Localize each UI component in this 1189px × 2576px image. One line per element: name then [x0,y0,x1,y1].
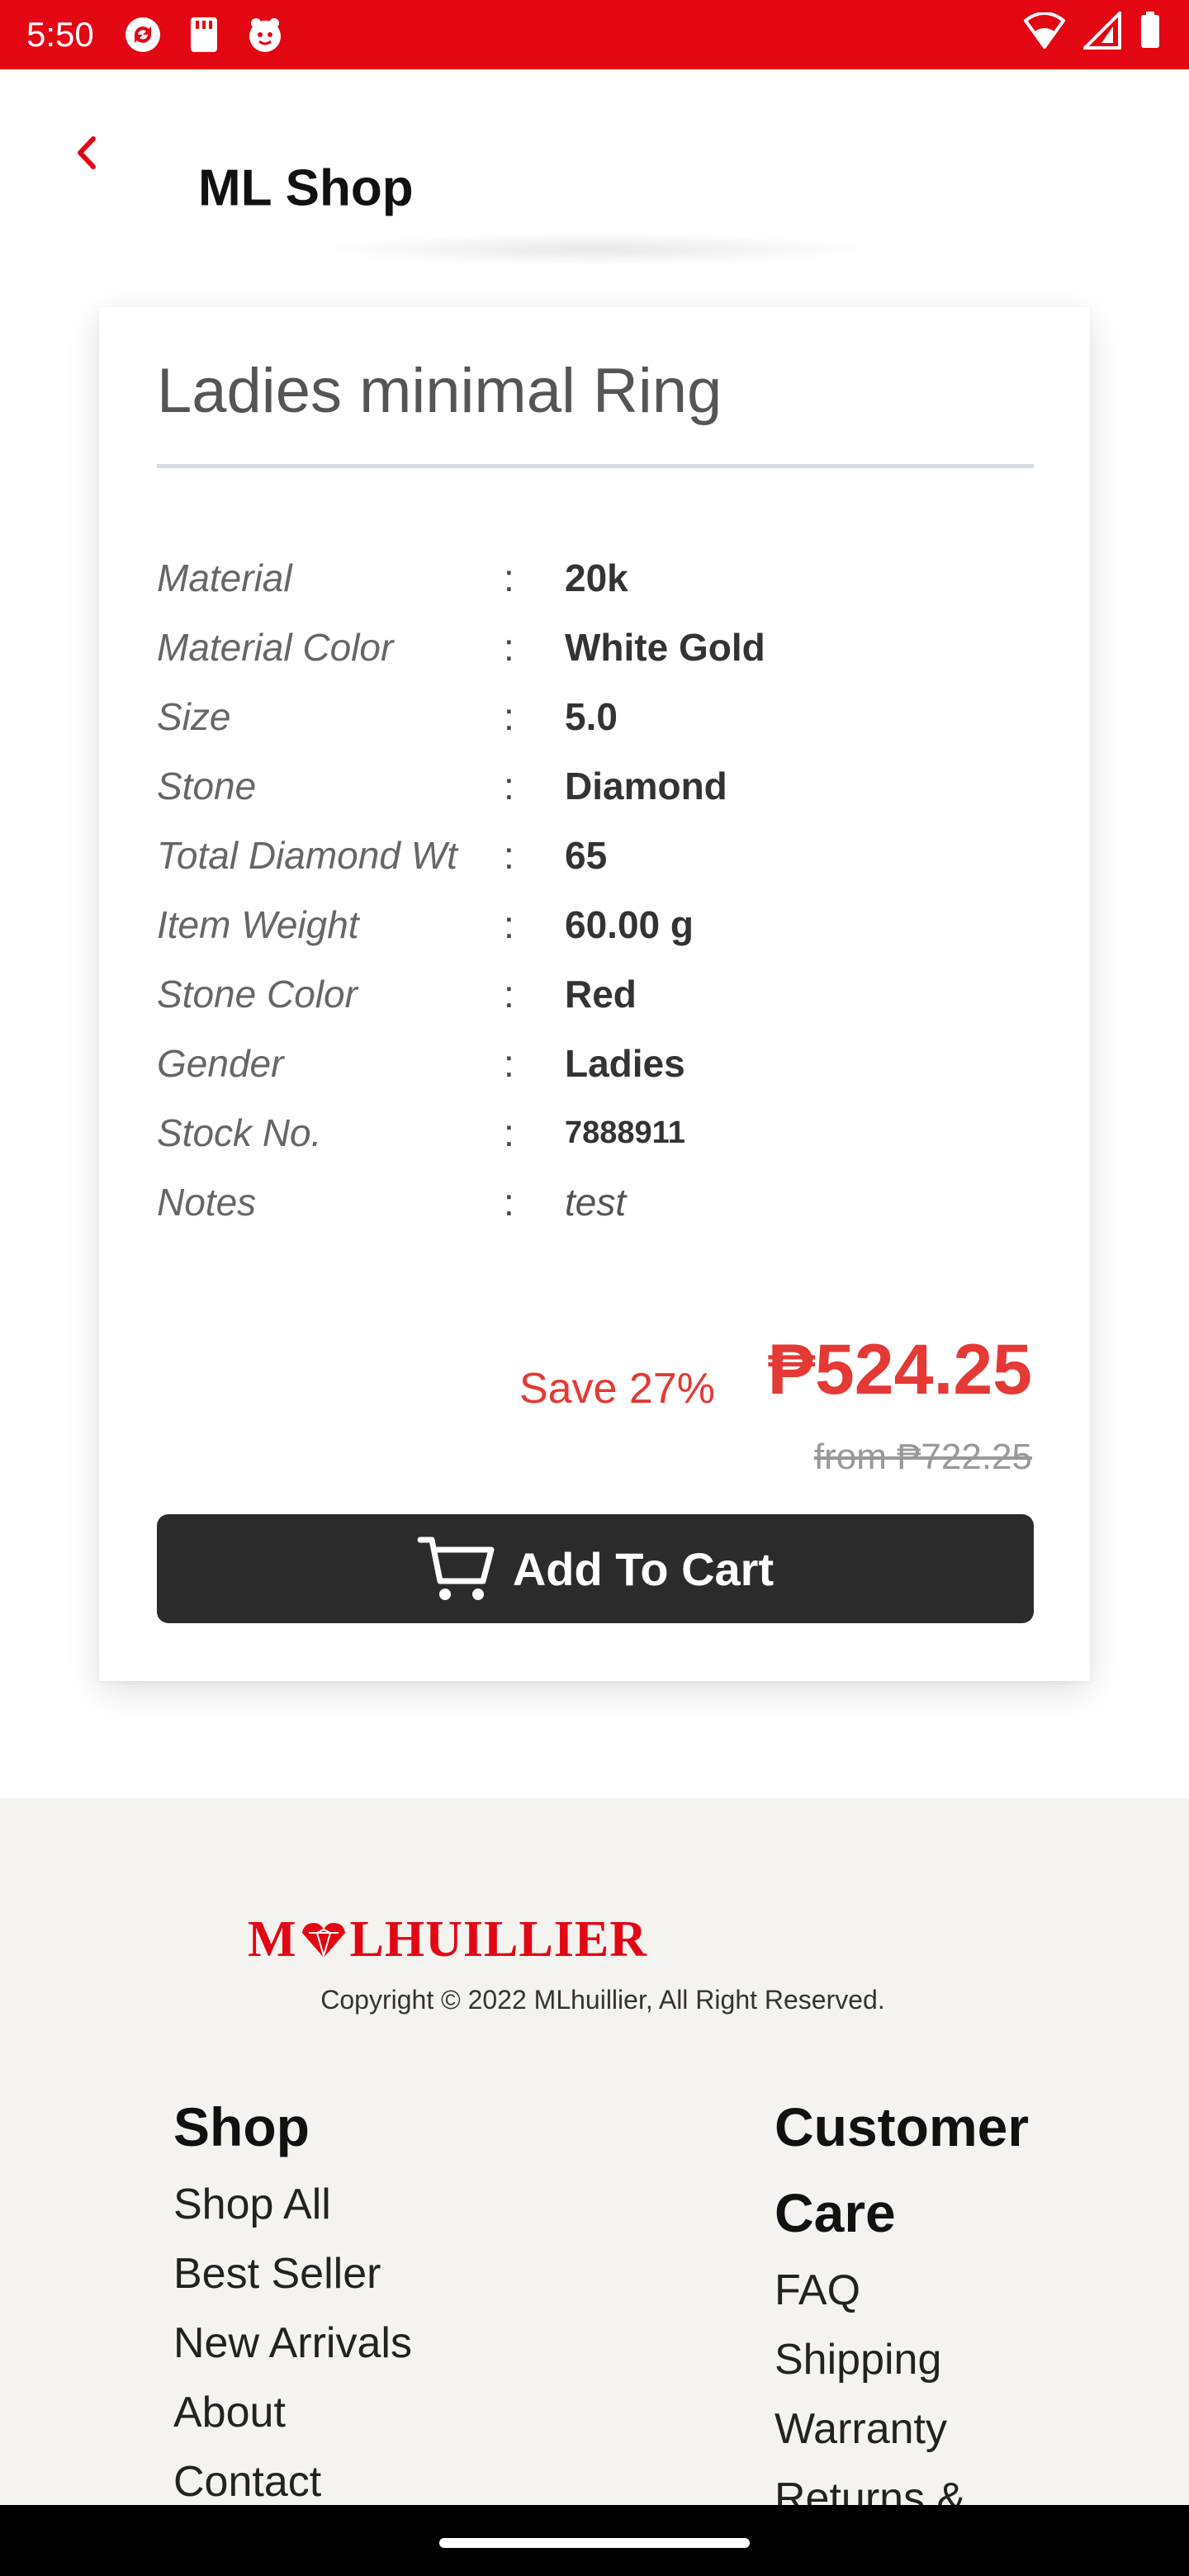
wifi-icon [1023,12,1066,53]
spec-value: test [565,1181,627,1224]
spec-value: 5.0 [565,695,618,738]
spec-row: Stock No. : 7888911 [157,1098,1034,1167]
spec-colon: : [504,626,514,669]
spec-label: Size [157,695,231,738]
copyright-text: Copyright © 2022 MLhuillier, All Right R… [320,1985,885,2015]
back-button[interactable] [50,116,124,190]
footer-link-shop-all[interactable]: Shop All [173,2170,412,2239]
spec-colon: : [504,903,514,946]
original-price: from ₱722.25 [813,1437,1032,1477]
customer-care-heading-line2: Care [775,2182,896,2243]
customer-care-heading-line1: Customer [775,2096,1030,2157]
spec-colon: : [504,556,514,599]
spec-label: Material Color [157,626,394,669]
footer-link-new-arrivals[interactable]: New Arrivals [173,2308,412,2378]
footer-link-faq[interactable]: FAQ [775,2256,1029,2325]
logo-wordmark: LHUILLIER [349,1911,647,1968]
app-bar: ML Shop [0,69,1189,231]
spec-colon: : [504,834,514,877]
battery-icon [1139,12,1161,54]
spec-row: Material Color : White Gold [157,613,1034,682]
cellular-signal-icon [1081,9,1121,54]
mlhuillier-logo[interactable]: M LHUILLIER [248,1911,647,1969]
footer-link-best-seller[interactable]: Best Seller [173,2239,412,2308]
page-title: ML Shop [198,159,414,217]
add-to-cart-button[interactable]: Add To Cart [157,1514,1034,1623]
spec-label: Gender [157,1042,284,1085]
spec-colon: : [504,1111,514,1154]
spec-value: 65 [565,834,608,877]
app-mascot-icon [244,14,286,55]
spec-label: Stock No. [157,1111,322,1154]
spec-value: White Gold [565,626,765,669]
spec-colon: : [504,973,514,1016]
spec-table: Material : 20k Material Color : White Go… [157,543,1034,1237]
system-navigation-bar [0,2505,1189,2576]
spec-row: Gender : Ladies [157,1029,1034,1098]
spec-label: Stone [157,765,257,807]
footer-shop-column: Shop Shop All Best Seller New Arrivals A… [173,2084,412,2517]
spec-colon: : [504,765,514,807]
spec-row: Item Weight : 60.00 g [157,890,1034,959]
spec-value: 60.00 g [565,903,694,946]
shopping-cart-icon [417,1537,495,1600]
spec-colon: : [504,1181,514,1224]
spec-value: 20k [565,556,628,599]
spec-value: Ladies [565,1042,685,1085]
spec-value: 7888911 [565,1115,685,1150]
shop-heading: Shop [173,2096,310,2157]
spec-label: Item Weight [157,903,359,946]
spec-row: Total Diamond Wt : 65 [157,821,1034,890]
spec-value: Red [565,973,637,1016]
spec-row: Stone : Diamond [157,751,1034,821]
status-bar: 5:50 [0,0,1189,69]
spec-value: Diamond [565,765,727,807]
spec-row: Notes : test [157,1167,1034,1237]
spec-colon: : [504,695,514,738]
footer-link-warranty[interactable]: Warranty [775,2394,1029,2464]
footer-care-column: Customer Care FAQ Shipping Warranty Retu… [775,2084,1029,2533]
title-divider [157,464,1034,468]
spec-row: Material : 20k [157,543,1034,613]
spec-row: Size : 5.0 [157,682,1034,751]
spec-colon: : [504,1042,514,1085]
spec-row: Stone Color : Red [157,959,1034,1029]
app-card-icon [183,14,225,55]
logo-letter-m: M [248,1911,297,1968]
sale-price: ₱524.25 [767,1330,1032,1409]
spec-label: Stone Color [157,973,358,1016]
discount-label: Save 27% [519,1365,715,1413]
diamond-heart-icon [301,1922,345,1959]
status-time: 5:50 [26,15,94,54]
footer-link-shipping[interactable]: Shipping [775,2325,1029,2394]
home-indicator[interactable] [439,2538,750,2548]
card-top-shadow [314,233,875,266]
spec-label: Total Diamond Wt [157,834,457,877]
spec-label: Notes [157,1181,257,1224]
app-sync-icon [122,14,163,55]
add-to-cart-label: Add To Cart [512,1542,775,1595]
spec-label: Material [157,556,292,599]
back-chevron-icon [78,136,96,169]
footer-link-about[interactable]: About [173,2378,412,2447]
product-title: Ladies minimal Ring [157,356,722,426]
